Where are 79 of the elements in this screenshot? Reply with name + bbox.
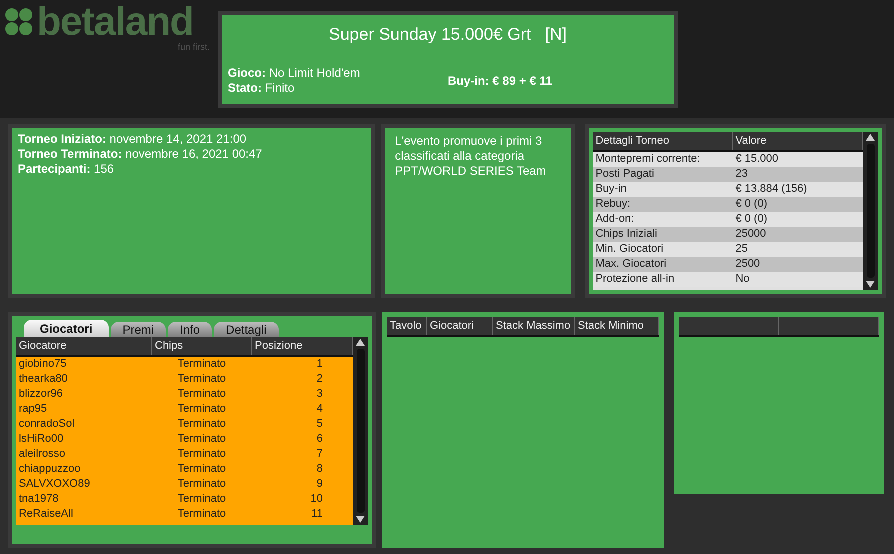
- info-line: Gioco: No Limit Hold'em: [228, 66, 362, 81]
- table-cell-text: Min. Giocatori: [594, 242, 665, 257]
- player-name: giobino75: [18, 357, 68, 372]
- info-line: Torneo Iniziato: novembre 14, 2021 21:00: [18, 132, 248, 147]
- chips-cell-text: Terminato: [176, 372, 228, 387]
- table-cell-text: € 15.000: [734, 152, 780, 167]
- table-cell-text: 25000: [734, 227, 768, 242]
- tournament-tag: [N]: [545, 25, 567, 45]
- table-cell-text: € 13.884 (156): [734, 182, 808, 197]
- up-arrow-icon[interactable]: [866, 134, 875, 141]
- table-cell-text: Protezione all-in: [594, 272, 676, 287]
- tab[interactable]: Premi: [110, 322, 166, 337]
- logo-text: betaland: [37, 2, 194, 42]
- info-line: Stato: Finito: [228, 81, 296, 96]
- tab[interactable]: Dettagli: [214, 322, 279, 337]
- column-header: Stack Massimo: [493, 317, 575, 335]
- position-cell-text: 1: [316, 357, 324, 372]
- table-cell-text: Chips Iniziali: [594, 227, 658, 242]
- column-header: Chips: [152, 337, 252, 355]
- position-cell-text: 9: [316, 477, 324, 492]
- position-cell-text: 3: [316, 387, 324, 402]
- table-cell-text: Rebuy:: [594, 197, 632, 212]
- position-cell-text: 6: [316, 432, 324, 447]
- player-name: rap95: [18, 402, 48, 417]
- chips-cell-text: Terminato: [176, 507, 228, 522]
- table-cell-text: Posti Pagati: [594, 167, 656, 182]
- chips-cell-text: Terminato: [176, 462, 228, 477]
- column-header: Stack Minimo: [575, 317, 659, 335]
- table-cell-text: € 0 (0): [734, 197, 768, 212]
- position-cell-text: 10: [310, 492, 324, 507]
- tab[interactable]: Giocatori: [24, 320, 109, 337]
- player-name: tna1978: [18, 492, 60, 507]
- position-cell-text: 5: [316, 417, 324, 432]
- position-cell-text: 11: [310, 507, 324, 522]
- chips-cell-text: Terminato: [176, 432, 228, 447]
- table-cell-text: Max. Giocatori: [594, 257, 668, 272]
- player-name: blizzor96: [18, 387, 64, 402]
- table-cell-text: 2500: [734, 257, 762, 272]
- position-cell-text: 7: [316, 447, 324, 462]
- up-arrow-icon[interactable]: [356, 339, 365, 346]
- table-cell-text: 23: [734, 167, 749, 182]
- table-cell-text: Montepremi corrente:: [594, 152, 702, 167]
- info-line: Partecipanti: 156: [18, 162, 116, 177]
- chips-cell-text: Terminato: [176, 477, 228, 492]
- column-header: Dettagli Torneo: [592, 132, 733, 150]
- scrollbar[interactable]: [353, 337, 368, 525]
- column-header: Giocatori: [427, 317, 493, 335]
- table-cell-text: Add-on:: [594, 212, 636, 227]
- scrollbar[interactable]: [863, 132, 878, 290]
- tab[interactable]: Info: [168, 322, 212, 337]
- chips-cell-text: Terminato: [176, 492, 228, 507]
- player-name: conradoSol: [18, 417, 76, 432]
- position-cell-text: 4: [316, 402, 324, 417]
- down-arrow-icon[interactable]: [356, 516, 365, 523]
- player-name: lsHiRo00: [18, 432, 65, 447]
- tournament-title: Super Sunday 15.000€ Grt: [329, 25, 532, 45]
- chips-cell-text: Terminato: [176, 357, 228, 372]
- table-cell-text: No: [734, 272, 751, 287]
- position-cell-text: 2: [316, 372, 324, 387]
- player-name: thearka80: [18, 372, 69, 387]
- position-cell-text: 8: [316, 462, 324, 477]
- table-cell-text: 25: [734, 242, 749, 257]
- info-line: Torneo Terminato: novembre 16, 2021 00:47: [18, 147, 264, 162]
- clover-logo-icon: [4, 8, 34, 36]
- player-name: chiappuzzoo: [18, 462, 82, 477]
- player-name: ReRaiseAll: [18, 507, 74, 522]
- buy-in-text: Buy-in: € 89 + € 11: [448, 74, 552, 90]
- column-header: Giocatore: [16, 337, 152, 355]
- down-arrow-icon[interactable]: [866, 281, 875, 288]
- chips-cell-text: Terminato: [176, 447, 228, 462]
- column-header: Tavolo: [387, 317, 427, 335]
- chips-cell-text: Terminato: [176, 417, 228, 432]
- table-cell-text: Buy-in: [594, 182, 628, 197]
- chips-cell-text: Terminato: [176, 387, 228, 402]
- chips-cell-text: Terminato: [176, 402, 228, 417]
- table-cell-text: € 0 (0): [734, 212, 768, 227]
- description-text: L'evento promuove i primi 3 classificati alla categoria PPT/WORLD SERIES Team: [394, 133, 548, 179]
- player-name: SALVXOXO89: [18, 477, 92, 492]
- player-name: aleilrosso: [18, 447, 66, 462]
